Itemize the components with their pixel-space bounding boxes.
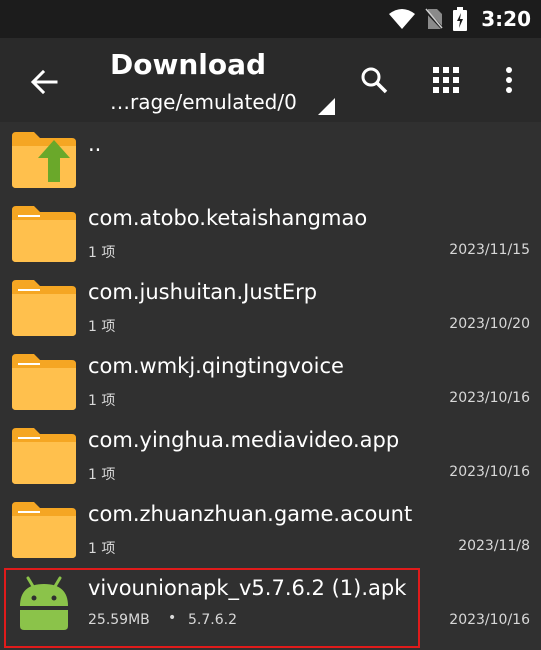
app-bar: Download …rage/emulated/0: [0, 38, 541, 122]
folder-item[interactable]: com.zhuanzhuan.game.acount 1 项 2023/11/8: [0, 492, 541, 566]
item-count: 1 项: [88, 467, 116, 483]
folder-item[interactable]: com.wmkj.qingtingvoice 1 项 2023/10/16: [0, 344, 541, 418]
status-icons: 3:20: [389, 6, 531, 32]
status-time: 3:20: [481, 7, 531, 31]
item-count: 1 项: [88, 393, 116, 409]
more-options-button[interactable]: [489, 60, 529, 100]
item-count: 1 项: [88, 541, 116, 557]
modified-date: 2023/11/8: [458, 538, 530, 554]
modified-date: 2023/11/15: [449, 242, 530, 258]
search-button[interactable]: [354, 60, 394, 100]
search-icon: [361, 67, 388, 94]
folder-icon: [12, 354, 76, 410]
path-dropdown-icon[interactable]: [318, 98, 335, 115]
back-arrow-icon[interactable]: [26, 64, 62, 100]
item-count: 1 项: [88, 319, 116, 335]
no-sim-icon: [425, 8, 444, 30]
page-title: Download: [110, 48, 267, 81]
path-breadcrumb[interactable]: …rage/emulated/0: [110, 90, 297, 114]
folder-item[interactable]: com.atobo.ketaishangmao 1 项 2023/11/15: [0, 196, 541, 270]
file-name: com.jushuitan.JustErp: [88, 280, 318, 304]
folder-icon: [12, 280, 76, 336]
modified-date: 2023/10/16: [449, 390, 530, 406]
modified-date: 2023/10/16: [449, 612, 530, 628]
item-count: 1 项: [88, 245, 116, 261]
folder-icon: [12, 428, 76, 484]
modified-date: 2023/10/20: [449, 316, 530, 332]
selection-highlight: [4, 568, 420, 648]
folder-item[interactable]: com.yinghua.mediavideo.app 1 项 2023/10/1…: [0, 418, 541, 492]
file-name: com.atobo.ketaishangmao: [88, 206, 368, 230]
modified-date: 2023/10/16: [449, 464, 530, 480]
parent-folder-item[interactable]: ..: [0, 122, 541, 196]
folder-icon: [12, 206, 76, 262]
folder-icon: [12, 502, 76, 558]
file-name: com.wmkj.qingtingvoice: [88, 354, 344, 378]
file-name: ..: [88, 132, 102, 156]
folder-item[interactable]: com.jushuitan.JustErp 1 项 2023/10/20: [0, 270, 541, 344]
parent-folder-icon: [12, 132, 76, 188]
more-vert-icon: [506, 67, 512, 93]
battery-icon: [453, 7, 468, 31]
grid-view-button[interactable]: [426, 60, 466, 100]
file-name: com.yinghua.mediavideo.app: [88, 428, 400, 452]
file-name: com.zhuanzhuan.game.acount: [88, 502, 413, 526]
status-bar: 3:20: [0, 0, 541, 38]
wifi-icon: [389, 9, 416, 29]
grid-view-icon: [433, 67, 459, 93]
